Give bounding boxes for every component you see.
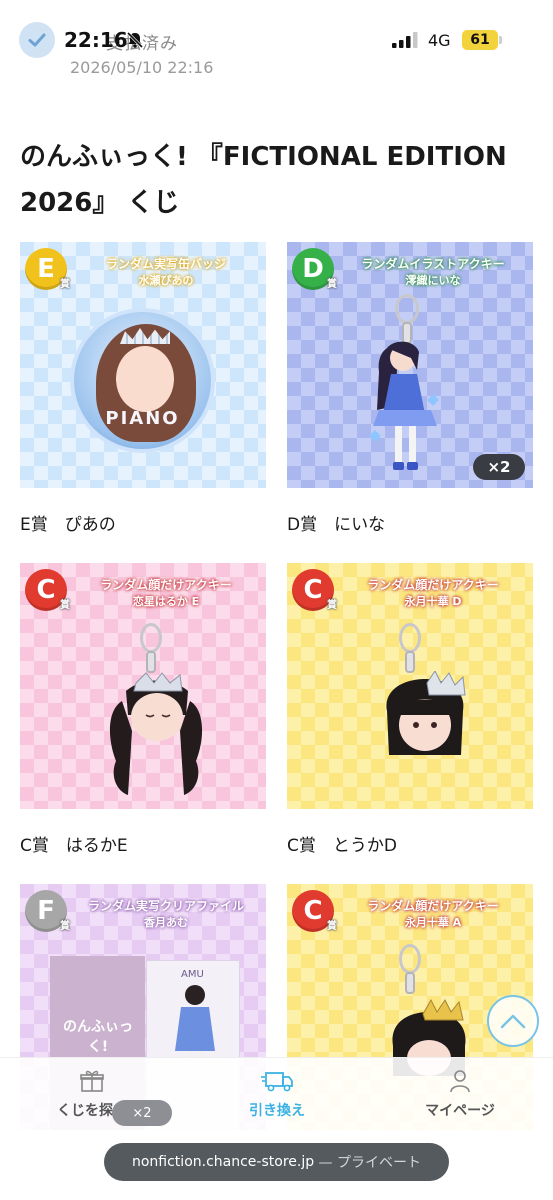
quantity-badge-peek: ×2 [112,1100,172,1126]
prize-subtitle: 香月あむ [144,916,188,929]
prize-title: ランダム顔だけアクキー [367,899,499,913]
prize-caption-text: E賞 ぴあの [20,515,116,535]
keychain-clip [405,972,415,994]
badge-text: PIANO [105,408,180,429]
rank-suffix: 賞 [327,600,337,611]
network-type: 4G [428,31,451,50]
prize-subtitle: 永月十華 A [404,916,462,929]
signal-icon [392,32,418,48]
battery-icon: 61 [462,30,502,50]
prize-image[interactable]: D 賞 ランダムイラストアクキー 澪織にいな ×2 [287,242,533,488]
private-mode-label: — プライベート [314,1155,422,1171]
prize-title: ランダムイラストアクキー [361,257,505,271]
truck-icon [261,1072,293,1092]
keyring [140,623,162,653]
file-name: AMU [181,969,204,980]
prize-card-d[interactable]: D 賞 ランダムイラストアクキー 澪織にいな ×2 D賞 にいな [287,242,533,535]
prize-caption: C賞 はるかE [20,831,266,856]
prize-image[interactable]: C 賞 ランダム顔だけアクキー 恋星はるか E [20,563,266,809]
keychain-clip [405,651,415,673]
prize-caption: E賞 ぴあの [20,510,266,535]
face-keychain-icon [109,672,203,795]
prize-card-c-haruka[interactable]: C 賞 ランダム顔だけアクキー 恋星はるか E C賞 はるかE [20,563,266,856]
keyring [399,623,421,653]
page-title: のんふぃっく! 『FICTIONAL EDITION 2026』 くじ [20,142,507,218]
keyring [395,294,419,324]
prize-card-e[interactable]: E 賞 ランダム実写缶バッジ 水瀬ぴあの PIANO E賞 ぴあの [20,242,266,535]
prize-card-c-touka-d[interactable]: C 賞 ランダム顔だけアクキー 永月十華 D C賞 とうかD [287,563,533,856]
battery-level: 61 [462,30,498,50]
rank-suffix: 賞 [60,279,70,290]
nav-item-exchange[interactable]: 引き換え [217,1068,337,1120]
order-date: 2026/05/10 22:16 [70,58,214,77]
gift-icon [80,1070,104,1092]
prize-subtitle: 永月十華 D [404,595,462,608]
nav-label: マイページ [425,1103,495,1119]
face-shape [116,346,174,412]
prize-title: ランダム顔だけアクキー [100,578,232,592]
prize-image[interactable]: E 賞 ランダム実写缶バッジ 水瀬ぴあの PIANO [20,242,266,488]
prize-caption: C賞 とうかD [287,831,533,856]
can-badge-photo: PIANO [70,308,215,453]
person-icon [450,1070,470,1093]
keyring [399,944,421,974]
battery-cap [499,36,502,44]
prize-title: ランダム実写クリアファイル [87,899,244,913]
browser-url-bar[interactable]: nonfiction.chance-store.jp — プライベート [104,1143,449,1181]
keychain-clip [146,651,156,673]
url-text: nonfiction.chance-store.jp [131,1154,315,1170]
clock: 22:16 [64,28,128,52]
prize-caption-text: C賞 とうかD [287,836,397,856]
file-logo: のんふぃっく! [63,1019,133,1055]
rank-suffix: 賞 [60,600,70,611]
chevron-up-icon [500,1014,526,1029]
prize-image[interactable]: C 賞 ランダム顔だけアクキー 永月十華 D [287,563,533,809]
nav-item-mypage[interactable]: マイページ [400,1068,520,1120]
prize-caption-text: C賞 はるかE [20,836,128,856]
prize-title: ランダム実写缶バッジ [105,257,226,271]
prize-title: ランダム顔だけアクキー [367,578,499,592]
prize-subtitle: 澪織にいな [405,274,461,287]
rank-suffix: 賞 [327,279,337,290]
status-bar: 支払済み 22:16 2026/05/10 22:16 4G 61 [0,0,553,80]
prize-subtitle: 恋星はるか E [132,595,200,608]
scroll-to-top-button[interactable] [487,995,539,1047]
illustration-keychain-icon [369,341,439,470]
prize-caption-text: D賞 にいな [287,515,386,535]
prize-caption: D賞 にいな [287,510,533,535]
rank-suffix: 賞 [60,921,70,932]
nav-label: 引き換え [249,1103,305,1119]
bell-off-icon [126,31,144,49]
rank-suffix: 賞 [327,921,337,932]
quantity-badge: ×2 [473,454,525,480]
face-keychain-icon [386,671,466,755]
check-icon [19,22,55,58]
prize-subtitle: 水瀬ぴあの [138,274,194,287]
